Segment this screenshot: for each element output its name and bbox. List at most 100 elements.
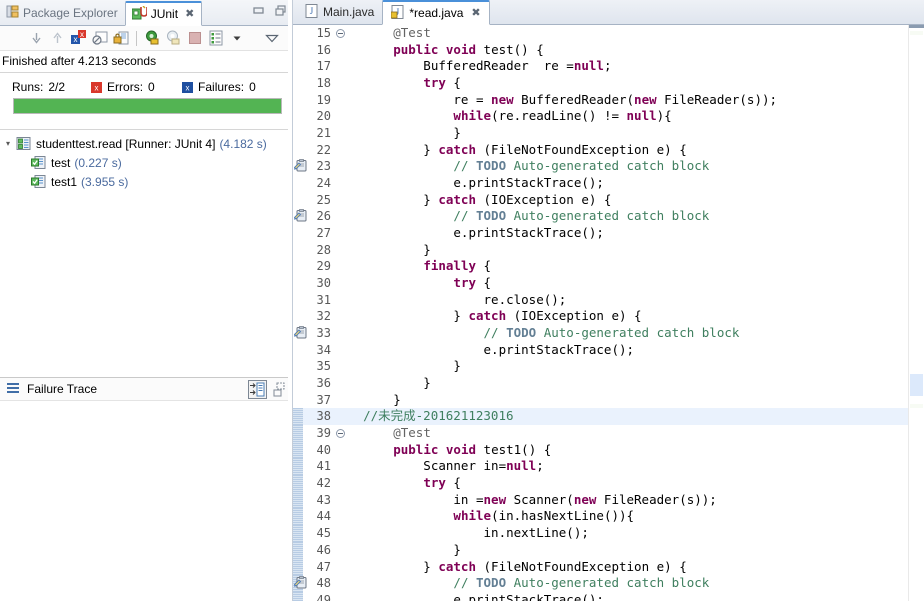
- gutter-line-29[interactable]: 29: [293, 258, 333, 275]
- stop-icon[interactable]: [186, 30, 203, 47]
- gutter-line-47[interactable]: 47: [293, 558, 333, 576]
- minimize-button[interactable]: [252, 4, 266, 18]
- todo-task-icon[interactable]: [294, 159, 309, 173]
- compare-icon[interactable]: [248, 380, 267, 402]
- code-line-22[interactable]: } catch (FileNotFoundException e) {: [333, 142, 908, 159]
- gutter-line-19[interactable]: 19: [293, 92, 333, 109]
- view-menu-icon[interactable]: [263, 30, 280, 47]
- junit-test-tree[interactable]: ▾ studenttest.read [Runner: JUnit 4] (4.1…: [0, 129, 292, 377]
- gutter-line-43[interactable]: 43: [293, 491, 333, 509]
- arrow-up-icon[interactable]: [49, 30, 66, 47]
- code-line-35[interactable]: }: [333, 358, 908, 375]
- code-line-42[interactable]: try {: [333, 475, 908, 492]
- code-line-23[interactable]: // TODO Auto-generated catch block: [333, 158, 908, 175]
- code-line-40[interactable]: public void test1() {: [333, 442, 908, 459]
- code-line-45[interactable]: in.nextLine();: [333, 525, 908, 542]
- gutter-line-36[interactable]: 36: [293, 375, 333, 392]
- tab-package-explorer[interactable]: Package Explorer: [0, 1, 125, 25]
- code-line-24[interactable]: e.printStackTrace();: [333, 175, 908, 192]
- code-line-38[interactable]: //未完成-201621123016: [333, 408, 908, 426]
- gutter-line-49[interactable]: 49: [293, 591, 333, 601]
- code-line-46[interactable]: }: [333, 542, 908, 559]
- code-line-32[interactable]: } catch (IOException e) {: [333, 308, 908, 325]
- tab-junit[interactable]: JUnit ✖: [124, 1, 203, 26]
- code-line-28[interactable]: }: [333, 242, 908, 259]
- gutter-line-24[interactable]: 24: [293, 175, 333, 192]
- code-line-19[interactable]: re = new BufferedReader(new FileReader(s…: [333, 92, 908, 109]
- code-line-16[interactable]: public void test() {: [333, 42, 908, 59]
- code-line-20[interactable]: while (re.readLine() != null){: [333, 108, 908, 125]
- gutter-line-20[interactable]: 20: [293, 108, 333, 125]
- gutter-line-28[interactable]: 28: [293, 242, 333, 259]
- gutter-line-15[interactable]: 15: [293, 25, 345, 42]
- code-line-39[interactable]: @Test: [333, 425, 908, 442]
- code-line-27[interactable]: e.printStackTrace();: [333, 225, 908, 242]
- close-icon[interactable]: ✖: [471, 7, 480, 19]
- code-line-49[interactable]: e.printStackTrace();: [333, 592, 908, 601]
- gutter-line-39[interactable]: 39: [293, 425, 345, 442]
- rerun-icon[interactable]: [144, 30, 161, 47]
- tab-read-java[interactable]: J *read.java ✖: [382, 0, 490, 25]
- gutter-line-35[interactable]: 35: [293, 358, 333, 375]
- maximize-icon[interactable]: [272, 381, 286, 401]
- test-case-row[interactable]: test (0.227 s): [0, 153, 292, 172]
- gutter-line-31[interactable]: 31: [293, 292, 333, 309]
- gutter-line-46[interactable]: 46: [293, 541, 333, 559]
- gutter-line-17[interactable]: 17: [293, 58, 333, 75]
- gutter-line-16[interactable]: 16: [293, 42, 333, 59]
- history-icon[interactable]: [207, 30, 224, 47]
- rerun-failed-icon[interactable]: [165, 30, 182, 47]
- gutter-line-30[interactable]: 30: [293, 275, 333, 292]
- failure-trace-body[interactable]: [0, 400, 292, 601]
- close-icon[interactable]: ✖: [185, 8, 194, 20]
- code-line-17[interactable]: BufferedReader re = null;: [333, 58, 908, 75]
- code-line-48[interactable]: // TODO Auto-generated catch block: [333, 575, 908, 592]
- code-line-37[interactable]: }: [333, 392, 908, 409]
- gutter-line-37[interactable]: 37: [293, 392, 333, 409]
- gutter-line-22[interactable]: 22: [293, 142, 333, 159]
- gutter-line-23[interactable]: 23: [293, 158, 333, 175]
- gutter-line-45[interactable]: 45: [293, 525, 333, 542]
- code-line-33[interactable]: // TODO Auto-generated catch block: [333, 325, 908, 342]
- code-line-26[interactable]: // TODO Auto-generated catch block: [333, 208, 908, 225]
- gutter-line-42[interactable]: 42: [293, 475, 333, 492]
- overview-ruler[interactable]: [908, 25, 924, 601]
- gutter-line-32[interactable]: 32: [293, 308, 333, 325]
- code-text-area[interactable]: @Test public void test() { BufferedReade…: [333, 25, 908, 601]
- todo-task-icon[interactable]: [294, 326, 309, 340]
- code-line-34[interactable]: e.printStackTrace();: [333, 342, 908, 359]
- failures-only-icon[interactable]: x x: [70, 30, 87, 47]
- todo-task-icon[interactable]: [294, 209, 309, 223]
- maximize-button[interactable]: [274, 4, 288, 18]
- gutter-line-26[interactable]: 26: [293, 208, 333, 225]
- gutter-line-25[interactable]: 25: [293, 192, 333, 209]
- gutter-line-38[interactable]: 38: [293, 408, 333, 426]
- code-line-31[interactable]: re.close();: [333, 292, 908, 309]
- tree-expander-icon[interactable]: ▾: [0, 139, 16, 148]
- code-editor[interactable]: 15 16 17 18 19 20 21 22 23 24 25 26 27 28 29 30 31 32 3…: [293, 25, 924, 601]
- code-line-15[interactable]: @Test: [333, 25, 908, 42]
- test-suite-row[interactable]: ▾ studenttest.read [Runner: JUnit 4] (4.1…: [0, 134, 292, 153]
- todo-task-icon[interactable]: [294, 576, 309, 590]
- code-line-41[interactable]: Scanner in= null;: [333, 458, 908, 475]
- gutter-line-33[interactable]: 33: [293, 325, 333, 342]
- scroll-lock-icon[interactable]: [112, 30, 129, 47]
- code-line-25[interactable]: } catch (IOException e) {: [333, 192, 908, 209]
- gutter-line-40[interactable]: 40: [293, 441, 333, 459]
- code-line-44[interactable]: while (in.hasNextLine()){: [333, 508, 908, 525]
- line-number-gutter[interactable]: 15 16 17 18 19 20 21 22 23 24 25 26 27 28 29 30 31 32 3…: [293, 25, 345, 601]
- ignored-tests-icon[interactable]: [91, 30, 108, 47]
- gutter-line-21[interactable]: 21: [293, 125, 333, 142]
- code-line-21[interactable]: }: [333, 125, 908, 142]
- gutter-line-44[interactable]: 44: [293, 508, 333, 526]
- code-line-29[interactable]: finally {: [333, 258, 908, 275]
- code-line-36[interactable]: }: [333, 375, 908, 392]
- gutter-line-48[interactable]: 48: [293, 575, 333, 592]
- gutter-line-18[interactable]: 18: [293, 75, 333, 92]
- test-case-row[interactable]: test1 (3.955 s): [0, 172, 292, 191]
- code-line-43[interactable]: in = new Scanner(new FileReader(s));: [333, 492, 908, 509]
- chevron-down-icon[interactable]: [228, 30, 245, 47]
- gutter-line-34[interactable]: 34: [293, 342, 333, 359]
- tab-main-java[interactable]: J Main.java: [297, 0, 382, 24]
- code-line-30[interactable]: try {: [333, 275, 908, 292]
